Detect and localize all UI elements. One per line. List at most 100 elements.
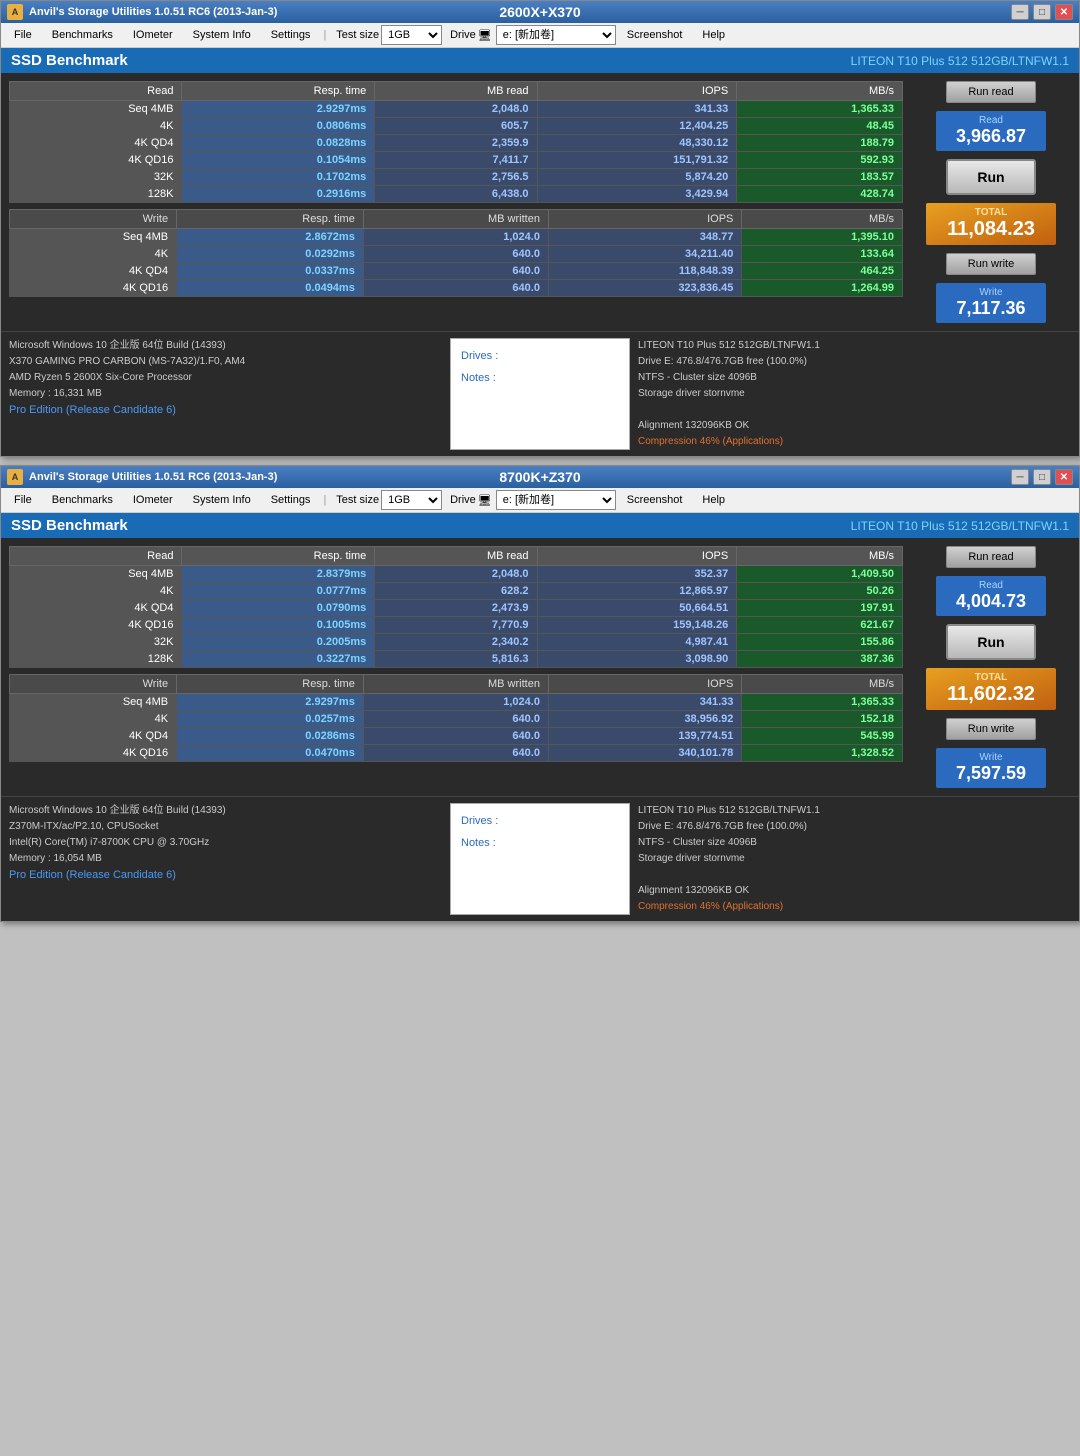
- menu-iometer[interactable]: IOmeter: [124, 491, 182, 509]
- iops-val: 50,664.51: [537, 600, 737, 617]
- info-system: Microsoft Windows 10 企业版 64位 Build (1439…: [9, 803, 442, 915]
- test-size-select[interactable]: 1GB 512MB 256MB: [381, 25, 442, 45]
- menu-iometer[interactable]: IOmeter: [124, 26, 182, 44]
- drive-info: LITEON T10 Plus 512 512GB/LTNFW1.1: [851, 519, 1069, 533]
- resp-time: 0.1054ms: [182, 152, 375, 169]
- row-label: Seq 4MB: [10, 694, 177, 711]
- table-section: ReadResp. timeMB readIOPSMB/s Seq 4MB 2.…: [9, 81, 903, 323]
- run-write-button[interactable]: Run write: [946, 718, 1036, 740]
- total-score-box: TOTAL 11,602.32: [926, 668, 1056, 710]
- row-label: 4K QD16: [10, 152, 182, 169]
- iops-val: 341.33: [537, 101, 737, 118]
- menu-settings[interactable]: Settings: [262, 26, 320, 44]
- menu-sysinfo[interactable]: System Info: [184, 491, 260, 509]
- read-score-label: Read: [946, 580, 1036, 591]
- table-row: Seq 4MB 2.8379ms 2,048.0 352.37 1,409.50: [10, 566, 903, 583]
- menu-help[interactable]: Help: [693, 491, 734, 509]
- run-button[interactable]: Run: [946, 624, 1036, 660]
- mb-val: 5,816.3: [375, 651, 537, 668]
- table-row: 4K QD4 0.0790ms 2,473.9 50,664.51 197.91: [10, 600, 903, 617]
- mbs-val: 152.18: [742, 711, 903, 728]
- resp-time: 0.0828ms: [182, 135, 375, 152]
- row-label: 4K QD4: [10, 263, 177, 280]
- read-header-0: Read: [10, 547, 182, 566]
- mb-val: 2,340.2: [375, 634, 537, 651]
- row-label: 4K: [10, 583, 182, 600]
- drive-select[interactable]: e: [新加卷]: [496, 490, 616, 510]
- iops-val: 341.33: [548, 694, 741, 711]
- mb-val: 7,411.7: [375, 152, 537, 169]
- app-icon: A: [7, 469, 23, 485]
- total-score-box: TOTAL 11,084.23: [926, 203, 1056, 245]
- menu-benchmarks[interactable]: Benchmarks: [43, 491, 122, 509]
- mbs-val: 197.91: [737, 600, 903, 617]
- menu-settings[interactable]: Settings: [262, 491, 320, 509]
- run-read-button[interactable]: Run read: [946, 546, 1036, 568]
- resp-time: 0.0292ms: [177, 246, 364, 263]
- menu-file[interactable]: File: [5, 491, 41, 509]
- row-label: 4K QD4: [10, 135, 182, 152]
- drive-label: Drive: [450, 29, 476, 41]
- mb-val: 2,756.5: [375, 169, 537, 186]
- menu-file[interactable]: File: [5, 26, 41, 44]
- iops-val: 12,865.97: [537, 583, 737, 600]
- pro-edition: Pro Edition (Release Candidate 6): [9, 867, 442, 885]
- pro-edition: Pro Edition (Release Candidate 6): [9, 402, 442, 420]
- mbs-val: 621.67: [737, 617, 903, 634]
- total-label: TOTAL: [936, 672, 1046, 683]
- mb-val: 640.0: [363, 246, 548, 263]
- menu-screenshot[interactable]: Screenshot: [618, 26, 692, 44]
- menu-benchmarks[interactable]: Benchmarks: [43, 26, 122, 44]
- drive-select[interactable]: e: [新加卷]: [496, 25, 616, 45]
- mb-val: 1,024.0: [363, 694, 548, 711]
- table-row: 4K QD4 0.0286ms 640.0 139,774.51 545.99: [10, 728, 903, 745]
- read-score-label: Read: [946, 115, 1036, 126]
- row-label: 128K: [10, 186, 182, 203]
- close-button[interactable]: ✕: [1055, 4, 1073, 20]
- table-row: 4K QD16 0.1054ms 7,411.7 151,791.32 592.…: [10, 152, 903, 169]
- menu-separator: |: [321, 29, 328, 41]
- test-size-select[interactable]: 1GB 512MB 256MB: [381, 490, 442, 510]
- iops-val: 3,098.90: [537, 651, 737, 668]
- run-button[interactable]: Run: [946, 159, 1036, 195]
- row-label: 4K QD16: [10, 745, 177, 762]
- maximize-button[interactable]: □: [1033, 469, 1051, 485]
- write-table: WriteResp. timeMB writtenIOPSMB/s Seq 4M…: [9, 674, 903, 762]
- read-header-2: MB read: [375, 82, 537, 101]
- iops-val: 38,956.92: [548, 711, 741, 728]
- mbs-val: 48.45: [737, 118, 903, 135]
- app-title: Anvil's Storage Utilities 1.0.51 RC6 (20…: [29, 6, 362, 18]
- iops-val: 34,211.40: [548, 246, 741, 263]
- mb-val: 7,770.9: [375, 617, 537, 634]
- title-bar: A Anvil's Storage Utilities 1.0.51 RC6 (…: [1, 466, 1079, 488]
- run-write-button[interactable]: Run write: [946, 253, 1036, 275]
- mbs-val: 50.26: [737, 583, 903, 600]
- write-header-4: MB/s: [742, 210, 903, 229]
- write-header-1: Resp. time: [177, 210, 364, 229]
- notes-label: Notes :: [461, 832, 619, 854]
- minimize-button[interactable]: ─: [1011, 4, 1029, 20]
- info-drives-notes: Drives : Notes :: [450, 338, 630, 450]
- drive-info: LITEON T10 Plus 512 512GB/LTNFW1.1: [851, 54, 1069, 68]
- run-read-button[interactable]: Run read: [946, 81, 1036, 103]
- mbs-val: 1,409.50: [737, 566, 903, 583]
- read-score-box: Read 4,004.73: [936, 576, 1046, 616]
- mb-val: 6,438.0: [375, 186, 537, 203]
- close-button[interactable]: ✕: [1055, 469, 1073, 485]
- table-row: Seq 4MB 2.8672ms 1,024.0 348.77 1,395.10: [10, 229, 903, 246]
- menu-screenshot[interactable]: Screenshot: [618, 491, 692, 509]
- menu-help[interactable]: Help: [693, 26, 734, 44]
- resp-time: 0.0257ms: [177, 711, 364, 728]
- info-system: Microsoft Windows 10 企业版 64位 Build (1439…: [9, 338, 442, 450]
- ssd-benchmark-header: SSD Benchmark LITEON T10 Plus 512 512GB/…: [1, 513, 1079, 538]
- info-bar: Microsoft Windows 10 企业版 64位 Build (1439…: [1, 331, 1079, 456]
- resp-time: 0.0494ms: [177, 280, 364, 297]
- maximize-button[interactable]: □: [1033, 4, 1051, 20]
- read-header-0: Read: [10, 82, 182, 101]
- read-score-value: 3,966.87: [946, 126, 1036, 147]
- minimize-button[interactable]: ─: [1011, 469, 1029, 485]
- read-header-4: MB/s: [737, 547, 903, 566]
- write-score-label: Write: [946, 752, 1036, 763]
- menu-sysinfo[interactable]: System Info: [184, 26, 260, 44]
- read-table: ReadResp. timeMB readIOPSMB/s Seq 4MB 2.…: [9, 546, 903, 668]
